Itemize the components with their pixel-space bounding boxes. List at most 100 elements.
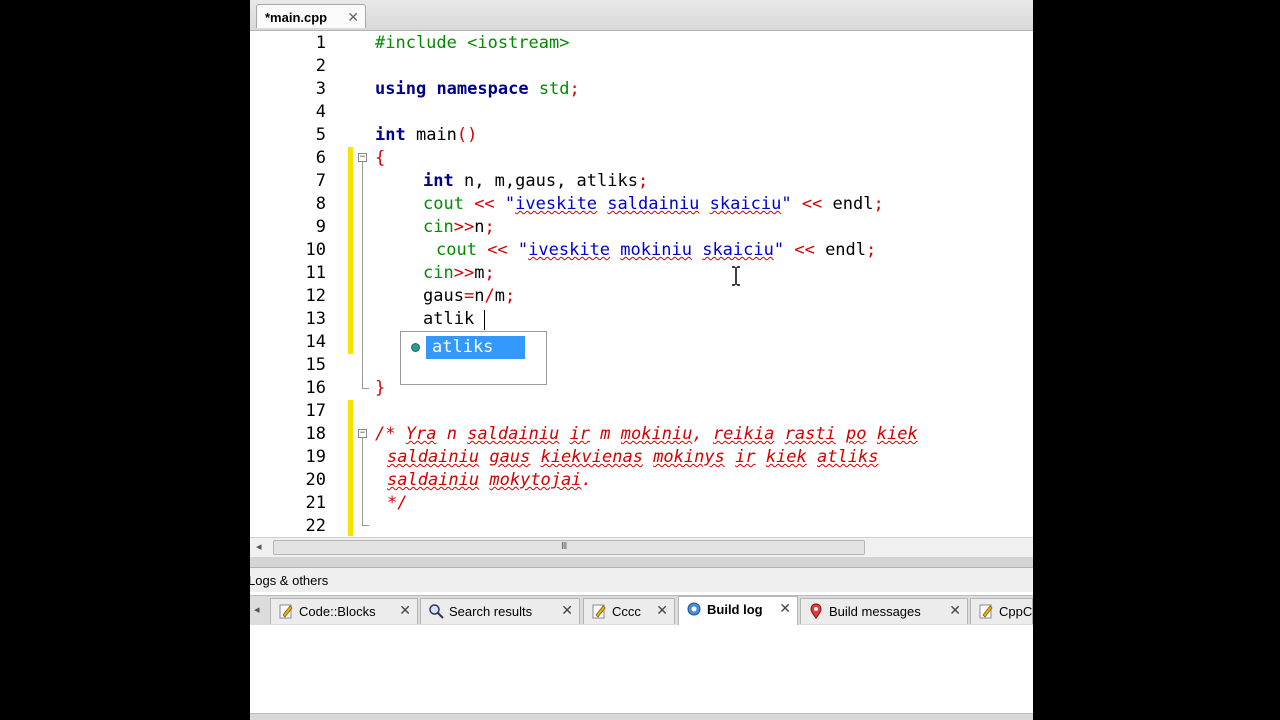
tab-label: CppC [999,604,1033,619]
comment-text [725,447,735,467]
tab-codeblocks[interactable]: Code::Blocks ✕ [270,598,418,624]
operator: >> [453,263,475,283]
tab-label: Cccc [612,604,641,619]
fold-guide [362,438,363,525]
comment-text [756,447,766,467]
tab-label: Build log [707,602,763,617]
string-literal: iveskite [528,240,611,260]
line-number: 12 [305,286,326,306]
code-line-1: #include <iostream> [375,32,569,55]
line-number: 13 [305,309,326,329]
tab-cccc[interactable]: Cccc ✕ [583,598,675,624]
identifier: m [494,286,505,306]
tab-build-messages[interactable]: Build messages ✕ [800,598,968,624]
preprocessor-directive: #include [375,33,457,53]
comment-line-18: /* Yra n saldainiu ir m mokiniu, reikia … [375,423,918,446]
close-icon[interactable]: ✕ [347,9,359,26]
operator: / [484,286,495,306]
code-line-13: atlik [423,308,474,331]
code-line-9: cin>>n; [423,216,495,239]
pencil-note-icon [979,604,993,619]
tab-cppcheck[interactable]: CppC [970,598,1033,624]
code-line-3: using namespace std; [375,78,580,101]
line-number: 18 [305,424,326,444]
code-editor[interactable]: 1 2 3 4 5 6 7 8 9 10 11 12 13 14 15 16 1… [250,31,1033,537]
autocomplete-item-label: atliks [426,336,525,359]
comment-text: kiekvienas [540,447,643,467]
tab-search-results[interactable]: Search results ✕ [420,598,580,624]
identifier: m [474,263,485,283]
fold-collapse-icon[interactable]: − [358,153,367,162]
comment-text [530,447,540,467]
pencil-note-icon [279,604,293,619]
operator: ; [569,79,580,99]
comment-line-20: saldainiu mokytojai. [387,469,592,492]
build-log-output[interactable] [250,625,1033,713]
brace: { [375,148,386,168]
keyword: int [423,171,454,191]
comment-text: saldainiu [387,470,480,490]
comment-text: atliks [817,447,879,467]
line-number: 14 [305,332,326,352]
identifier: n [474,217,485,237]
close-icon[interactable]: ✕ [656,602,668,619]
identifier: n, m,gaus, atliks [453,171,638,191]
line-number: 4 [315,102,326,122]
comment-text [836,424,846,444]
tab-main-cpp[interactable]: *main.cpp ✕ [256,4,366,28]
comment-line-19: saldainiu gaus kiekvienas mokinys ir kie… [387,446,878,469]
close-icon[interactable]: ✕ [779,600,791,617]
line-number: 15 [305,355,326,375]
scrollbar-thumb[interactable]: III [273,540,865,555]
comment-text [479,470,489,490]
code-line-11: cin>>m; [423,262,495,285]
scrollbar-grip: III [561,541,567,552]
string-literal: " [773,240,785,260]
horizontal-scrollbar[interactable]: ◂ III [250,537,1033,558]
scroll-left-icon[interactable]: ◂ [256,540,262,553]
keyword: using [375,79,427,99]
string-literal: skaiciu [709,194,782,214]
fold-collapse-icon[interactable]: − [358,429,367,438]
fold-guide-end [362,388,369,389]
comment-text: , [692,424,713,444]
tab-build-log[interactable]: Build log ✕ [678,596,798,625]
close-icon[interactable]: ✕ [949,602,961,619]
line-number: 20 [305,470,326,490]
line-number: 21 [305,493,326,513]
line-number: 17 [305,401,326,421]
comment-text: mokiniu [620,424,693,444]
comment-text: mokinys [653,447,725,467]
panel-splitter[interactable] [250,557,1033,568]
logs-panel-title: Logs & others [250,568,1033,592]
operator: >> [453,217,475,237]
comment-text: m [600,424,611,444]
operator: << [784,240,826,260]
string-literal [692,240,702,260]
comment-text [611,424,621,444]
tab-scroll-left-icon[interactable]: ◂ [254,603,260,616]
operator: ; [484,217,495,237]
comment-text [774,424,784,444]
close-icon[interactable]: ✕ [561,602,573,619]
comment-text: ir [569,424,591,444]
comment-text: n [446,424,457,444]
comment-text: po [846,424,867,444]
close-icon[interactable]: ✕ [399,602,411,619]
operator: << [476,240,518,260]
fold-guide [362,162,363,388]
comment-text [457,424,467,444]
logs-tab-strip: ◂ Code::Blocks ✕ Search results ✕ Cccc ✕… [250,595,1033,626]
string-literal: skaiciu [702,240,774,260]
code-line-16: } [375,377,385,400]
operator: = [463,286,475,306]
comment-text: reikia [712,424,775,444]
bottom-border [250,713,1033,720]
text-caret [484,310,485,330]
comment-text: rasti [784,424,836,444]
text-cursor-icon [732,266,740,286]
tab-label: Build messages [829,604,921,619]
comment-text [643,447,653,467]
operator: << [463,194,505,214]
operator: ; [873,194,884,214]
